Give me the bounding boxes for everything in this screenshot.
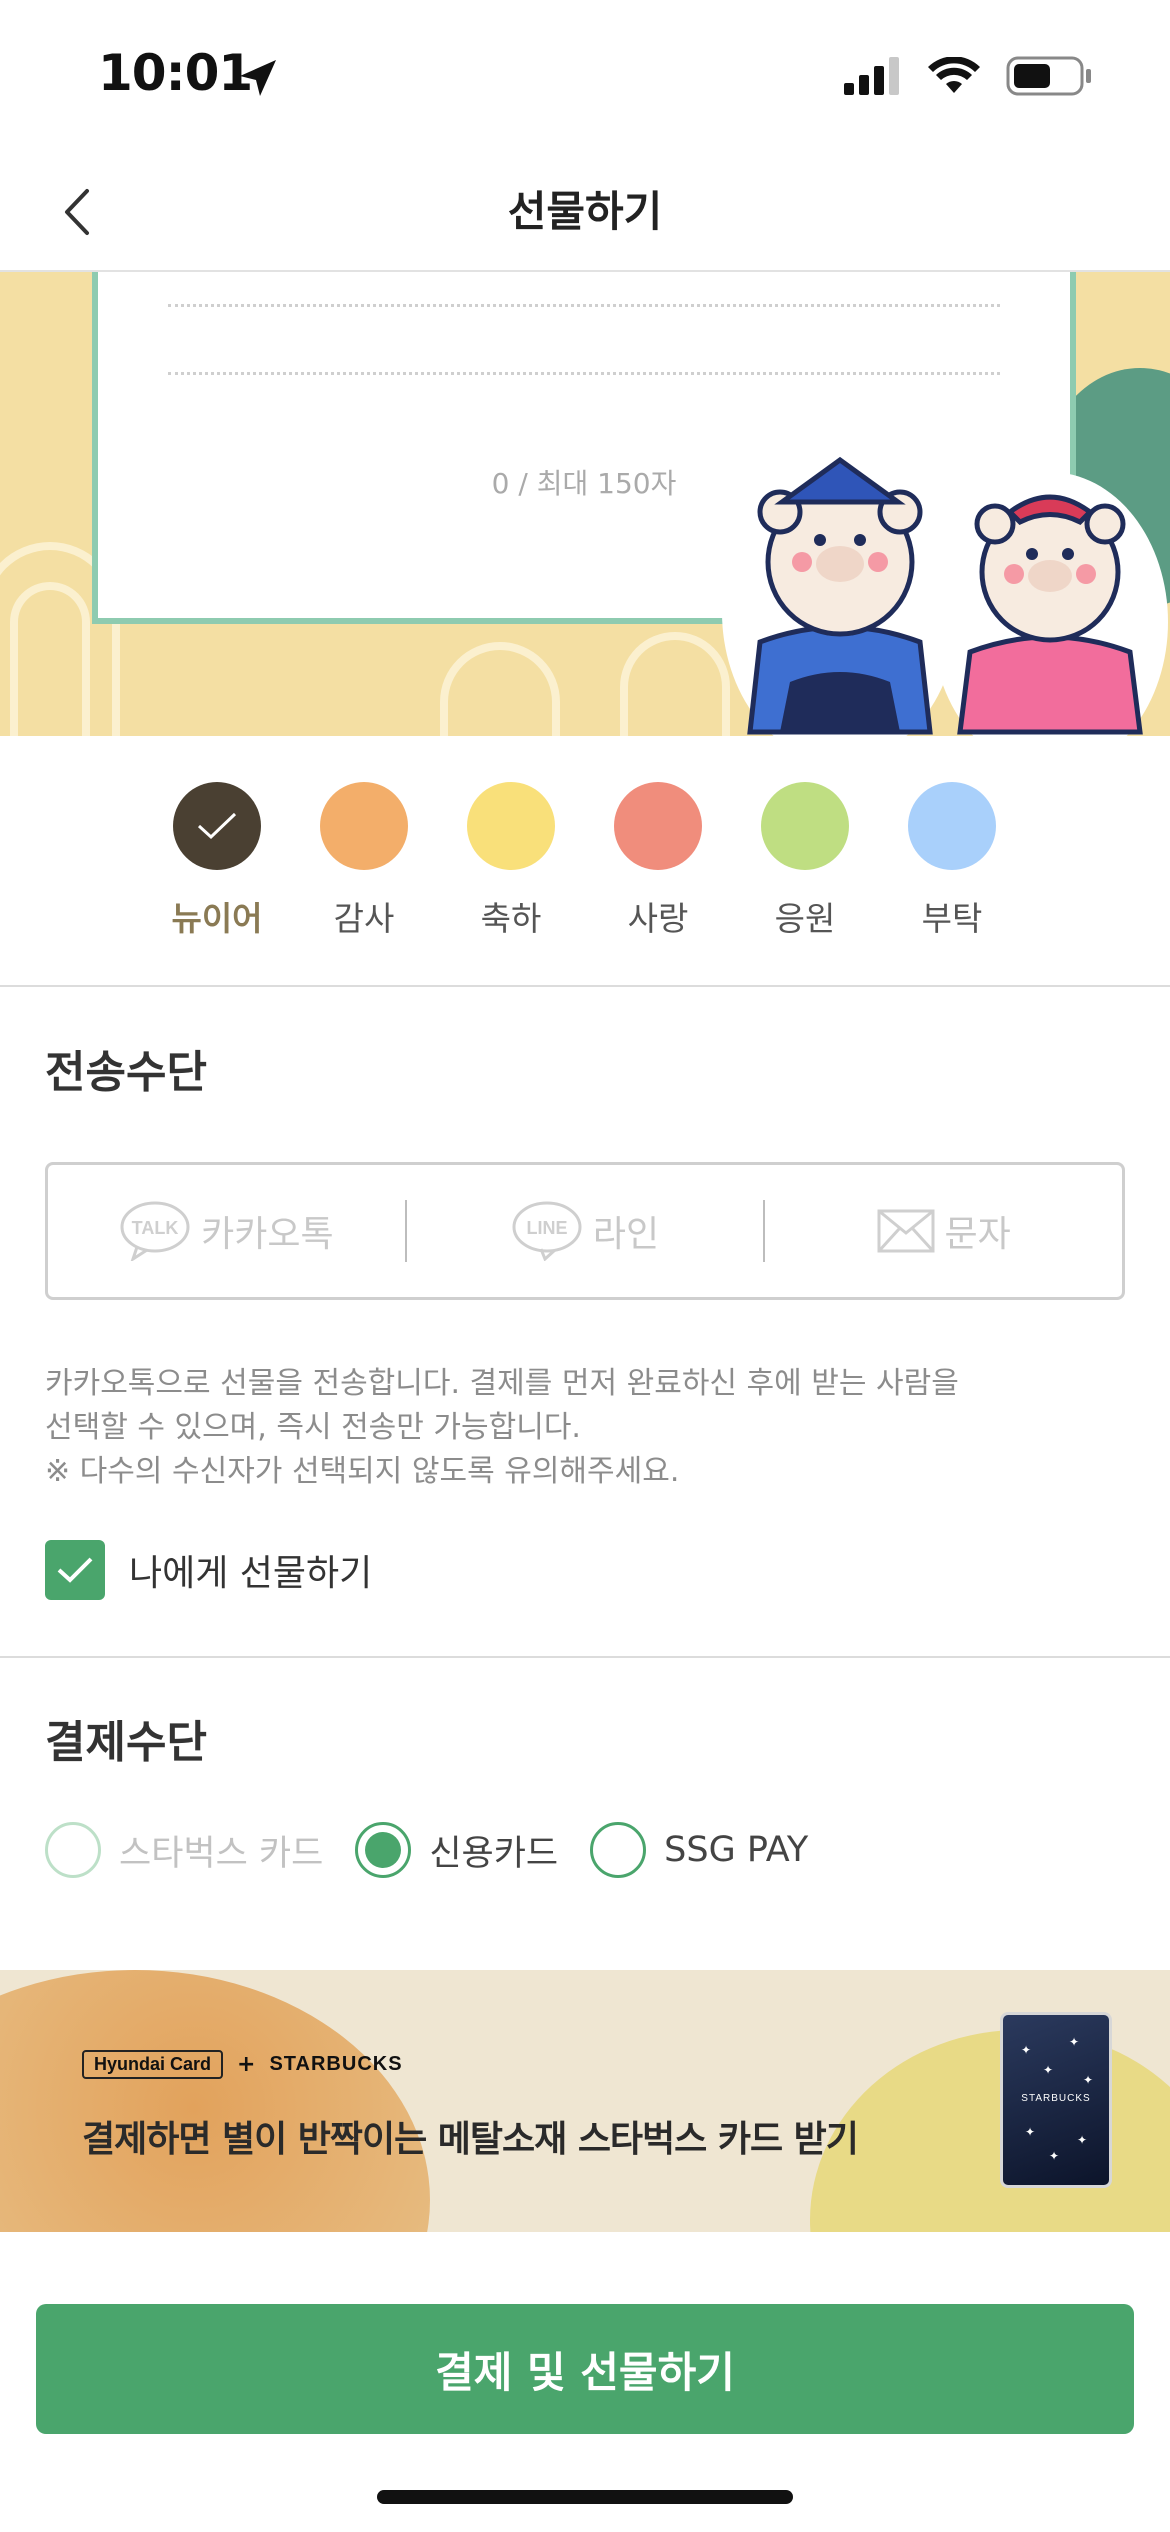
theme-swatch xyxy=(614,782,702,870)
dotted-line xyxy=(168,372,1000,375)
theme-option-request[interactable]: 부탁 xyxy=(892,782,1012,940)
payment-option-label: SSG PAY xyxy=(664,1830,809,1870)
banner-brand: Hyundai Card + STARBUCKS xyxy=(82,2050,403,2079)
theme-option-love[interactable]: 사랑 xyxy=(598,782,718,940)
star-icon: ✦ xyxy=(1077,2133,1088,2147)
send-option-label: 문자 xyxy=(944,1214,1011,1255)
battery-icon xyxy=(1006,56,1091,96)
send-notice: 카카오톡으로 선물을 전송합니다. 결제를 먼저 완료하신 후에 받는 사람을 … xyxy=(45,1362,1135,1494)
theme-selector: 뉴이어 감사 축하 사랑 응원 부탁 xyxy=(0,782,1170,942)
page-title: 선물하기 xyxy=(507,187,663,236)
decorative-shape xyxy=(0,1970,430,2232)
notice-line: 선택할 수 있으며, 즉시 전송만 가능합니다. xyxy=(45,1410,581,1445)
star-icon: ✦ xyxy=(1049,2149,1060,2163)
decorative-shape xyxy=(810,2030,1170,2232)
line-icon: LINE xyxy=(512,1201,582,1261)
talk-icon: TALK xyxy=(120,1201,190,1261)
section-divider xyxy=(0,985,1170,987)
wifi-icon xyxy=(928,57,980,93)
location-arrow-icon xyxy=(240,60,276,96)
payment-option-label: 스타벅스 카드 xyxy=(119,1833,324,1874)
theme-label: 사랑 xyxy=(627,899,689,938)
theme-label: 뉴이어 xyxy=(171,899,263,938)
nav-header: 선물하기 xyxy=(0,150,1170,272)
line-badge-text: LINE xyxy=(526,1218,567,1238)
send-option-sms[interactable]: 문자 xyxy=(765,1201,1122,1261)
status-bar: 10:01 xyxy=(0,0,1170,150)
star-icon: ✦ xyxy=(1069,2035,1080,2049)
theme-option-cheer[interactable]: 응원 xyxy=(745,782,865,940)
star-icon: ✦ xyxy=(1025,2125,1036,2139)
hyundai-card-logo: Hyundai Card xyxy=(82,2050,224,2079)
payment-method-options: 스타벅스 카드 신용카드 SSG PAY xyxy=(45,1822,840,1878)
notice-line: ※ 다수의 수신자가 선택되지 않도록 유의해주세요. xyxy=(45,1454,680,1489)
status-time: 10:01 xyxy=(98,44,253,102)
dotted-line xyxy=(168,304,1000,307)
theme-label: 부탁 xyxy=(921,899,983,938)
card-brand-text: STARBUCKS xyxy=(1021,2093,1091,2104)
theme-swatch xyxy=(908,782,996,870)
talk-badge-text: TALK xyxy=(132,1218,179,1238)
theme-option-thanks[interactable]: 감사 xyxy=(304,782,424,940)
radio-selected-dot xyxy=(365,1832,402,1868)
brand-plus: + xyxy=(237,2052,256,2077)
pay-and-gift-button[interactable]: 결제 및 선물하기 xyxy=(36,2304,1134,2434)
theme-option-congrats[interactable]: 축하 xyxy=(451,782,571,940)
starbucks-logo: STARBUCKS xyxy=(269,2053,403,2075)
section-divider xyxy=(0,1656,1170,1658)
send-method-selector: TALK 카카오톡 LINE 라인 문자 xyxy=(45,1162,1125,1300)
theme-label: 감사 xyxy=(333,899,395,938)
send-method-title: 전송수단 xyxy=(45,1047,207,1098)
gift-card-preview: 0 / 최대 150자 xyxy=(0,272,1170,736)
radio-button[interactable] xyxy=(45,1822,101,1878)
metal-card-image: ✦ ✦ ✦ ✦ STARBUCKS ✦ ✦ ✦ xyxy=(1000,2012,1112,2188)
theme-swatch xyxy=(467,782,555,870)
decorative-arch xyxy=(10,582,90,736)
theme-label: 응원 xyxy=(774,899,836,938)
self-gift-checkbox[interactable]: 나에게 선물하기 xyxy=(45,1540,372,1600)
send-option-kakaotalk[interactable]: TALK 카카오톡 xyxy=(48,1201,405,1261)
theme-option-newyear[interactable]: 뉴이어 xyxy=(157,782,277,940)
send-option-line[interactable]: LINE 라인 xyxy=(407,1201,764,1261)
payment-option-label: 신용카드 xyxy=(429,1833,559,1874)
check-icon xyxy=(197,812,237,840)
notice-line: 카카오톡으로 선물을 전송합니다. 결제를 먼저 완료하신 후에 받는 사람을 xyxy=(45,1366,959,1401)
theme-label: 축하 xyxy=(480,899,542,938)
theme-swatch xyxy=(173,782,261,870)
self-gift-label: 나에게 선물하기 xyxy=(129,1553,373,1594)
cellular-signal-icon xyxy=(844,57,899,95)
decorative-arch xyxy=(620,632,730,736)
send-option-label: 카카오톡 xyxy=(201,1214,334,1255)
theme-swatch xyxy=(320,782,408,870)
check-icon xyxy=(57,1557,93,1583)
home-indicator xyxy=(377,2490,793,2504)
checkbox[interactable] xyxy=(45,1540,105,1600)
send-option-label: 라인 xyxy=(592,1214,660,1255)
envelope-icon xyxy=(877,1209,935,1253)
star-icon: ✦ xyxy=(1021,2043,1032,2057)
star-icon: ✦ xyxy=(1043,2063,1054,2077)
decorative-arch xyxy=(440,642,560,736)
payment-option-starbucks-card[interactable]: 스타벅스 카드 xyxy=(45,1822,323,1878)
theme-swatch xyxy=(761,782,849,870)
banner-headline: 결제하면 별이 반짝이는 메탈소재 스타벅스 카드 받기 xyxy=(82,2119,859,2160)
payment-method-title: 결제수단 xyxy=(45,1717,207,1768)
radio-button[interactable] xyxy=(355,1822,412,1878)
radio-button[interactable] xyxy=(590,1822,647,1878)
star-icon: ✦ xyxy=(1083,2073,1094,2087)
payment-option-ssgpay[interactable]: SSG PAY xyxy=(590,1822,808,1878)
payment-option-credit-card[interactable]: 신용카드 xyxy=(355,1822,558,1878)
promo-banner[interactable]: Hyundai Card + STARBUCKS 결제하면 별이 반짝이는 메탈… xyxy=(0,1970,1170,2232)
bear-couple-illustration xyxy=(722,456,1168,736)
